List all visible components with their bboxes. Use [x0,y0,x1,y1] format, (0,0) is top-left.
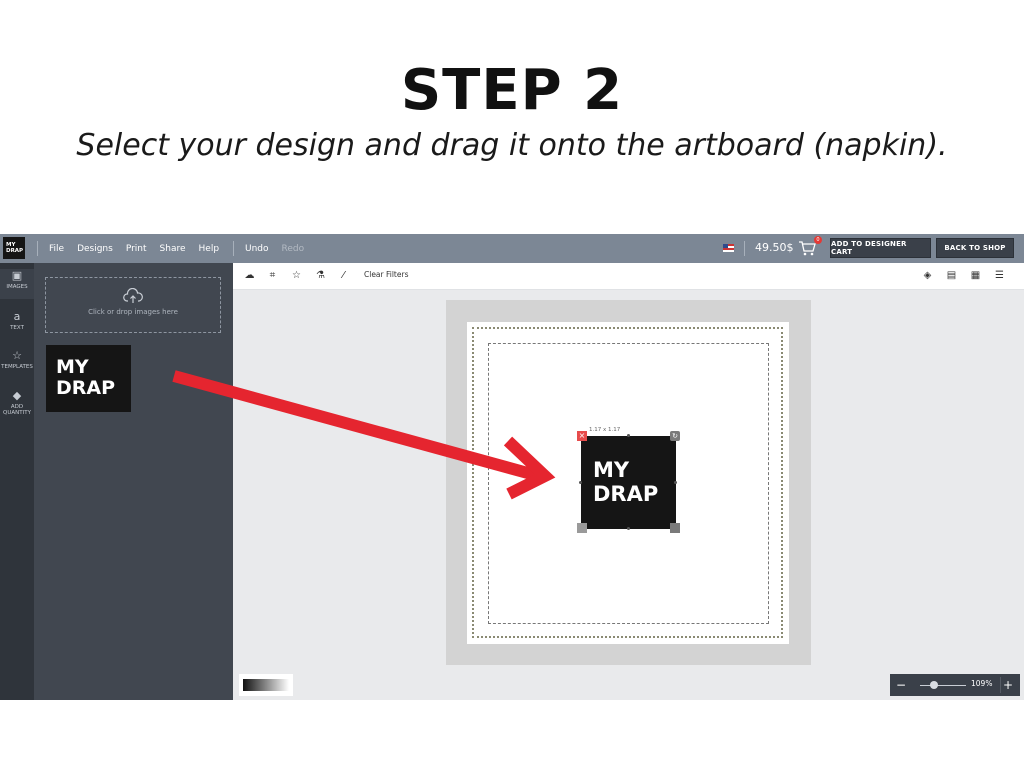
text-icon: a [13,310,21,323]
handle-bottom[interactable] [627,527,630,530]
divider [744,241,745,256]
clear-filters-button[interactable]: Clear Filters [364,270,408,279]
copy-handle-icon[interactable] [577,523,587,533]
handle-left[interactable] [579,481,582,484]
menu-designs[interactable]: Designs [77,244,113,254]
logo-line-2: DRAP [6,248,24,254]
designer-app: MY DRAP File Designs Print Share Help Un… [0,234,1024,700]
us-flag-icon[interactable] [723,244,734,252]
sidebar-item-label: TEXT [10,325,24,331]
back-to-shop-button[interactable]: BACK TO SHOP [936,238,1014,258]
image-toolbar: ☁ ⌗ ☆ ⚗ ⁄ Clear Filters ◈ ▤ ▦ ☰ [233,263,1024,290]
zoom-slider-handle[interactable] [930,681,938,689]
settings-sliders-icon[interactable]: ☰ [993,269,1006,282]
sidebar-item-label: ADD QUANTITY [3,404,31,416]
sidebar-item-label: TEMPLATES [1,364,33,370]
thumbnail-line-2: DRAP [56,377,116,399]
rotate-handle-icon[interactable]: ↻ [670,431,680,441]
history-menu: Undo Redo [245,234,317,263]
sidebar-item-label: IMAGES [6,284,28,290]
gradient-swatch [243,679,289,691]
handle-right[interactable] [674,481,677,484]
handle-top[interactable] [627,434,630,437]
step-title: STEP 2 [400,58,624,123]
zoom-out-button[interactable]: − [894,677,908,693]
design-thumbnail[interactable]: MY DRAP [46,345,131,412]
star-icon: ☆ [12,349,22,362]
logo[interactable]: MY DRAP [3,237,25,259]
thumbnail-line-1: MY [56,356,89,378]
design-line-1: MY [593,458,630,482]
sidebar-item-templates[interactable]: ☆ TEMPLATES [0,349,34,375]
cloud-icon[interactable]: ☁ [243,269,256,282]
paint-bucket-icon[interactable]: ◈ [921,269,934,282]
cart-count-badge: 0 [814,236,822,244]
design-line-2: DRAP [593,482,659,506]
top-bar: MY DRAP File Designs Print Share Help Un… [0,234,1024,263]
grid-icon[interactable]: ▦ [969,269,982,282]
zoom-level: 109% [971,679,993,688]
images-panel: Click or drop images here MY DRAP [34,263,233,700]
sidebar-item-add-quantity[interactable]: ◆ ADD QUANTITY [0,389,34,423]
image-icon: ▣ [11,269,23,282]
zoom-in-button[interactable]: + [1000,677,1015,693]
step-subtitle: Select your design and drag it onto the … [76,128,948,163]
box-icon: ◆ [12,389,22,402]
layers-icon[interactable]: ▤ [945,269,958,282]
magic-wand-icon[interactable]: ⁄ [337,269,350,282]
star-icon[interactable]: ☆ [290,269,303,282]
sidebar: ▣ IMAGES a TEXT ☆ TEMPLATES ◆ ADD QUANTI… [0,263,34,700]
sidebar-item-text[interactable]: a TEXT [0,310,34,336]
cloud-upload-icon [123,288,143,303]
design-size-label: 1.17 x 1.17 [589,427,621,433]
price-display: 49.50$ [755,241,794,254]
gradient-preview[interactable] [239,674,293,696]
image-upload-dropzone[interactable]: Click or drop images here [45,277,221,333]
menu-file[interactable]: File [49,244,64,254]
zoom-control: − 109% + [890,674,1020,696]
undo-button[interactable]: Undo [245,244,269,254]
menu-share[interactable]: Share [160,244,186,254]
divider [233,241,234,256]
menu-print[interactable]: Print [126,244,147,254]
placed-design[interactable]: MY DRAP [581,436,676,529]
main-menu: File Designs Print Share Help [49,234,232,263]
dropzone-label: Click or drop images here [88,308,178,316]
cart-icon[interactable] [798,239,816,257]
sidebar-item-images[interactable]: ▣ IMAGES [0,269,34,299]
add-to-designer-cart-button[interactable]: ADD TO DESIGNER CART [830,238,931,258]
resize-handle-icon[interactable] [670,523,680,533]
flask-icon[interactable]: ⚗ [314,269,327,282]
divider [37,241,38,256]
delete-handle-icon[interactable]: × [577,431,587,441]
zoom-slider-track[interactable] [920,685,966,686]
redo-button[interactable]: Redo [282,244,305,254]
menu-help[interactable]: Help [199,244,220,254]
crop-icon[interactable]: ⌗ [266,269,279,282]
